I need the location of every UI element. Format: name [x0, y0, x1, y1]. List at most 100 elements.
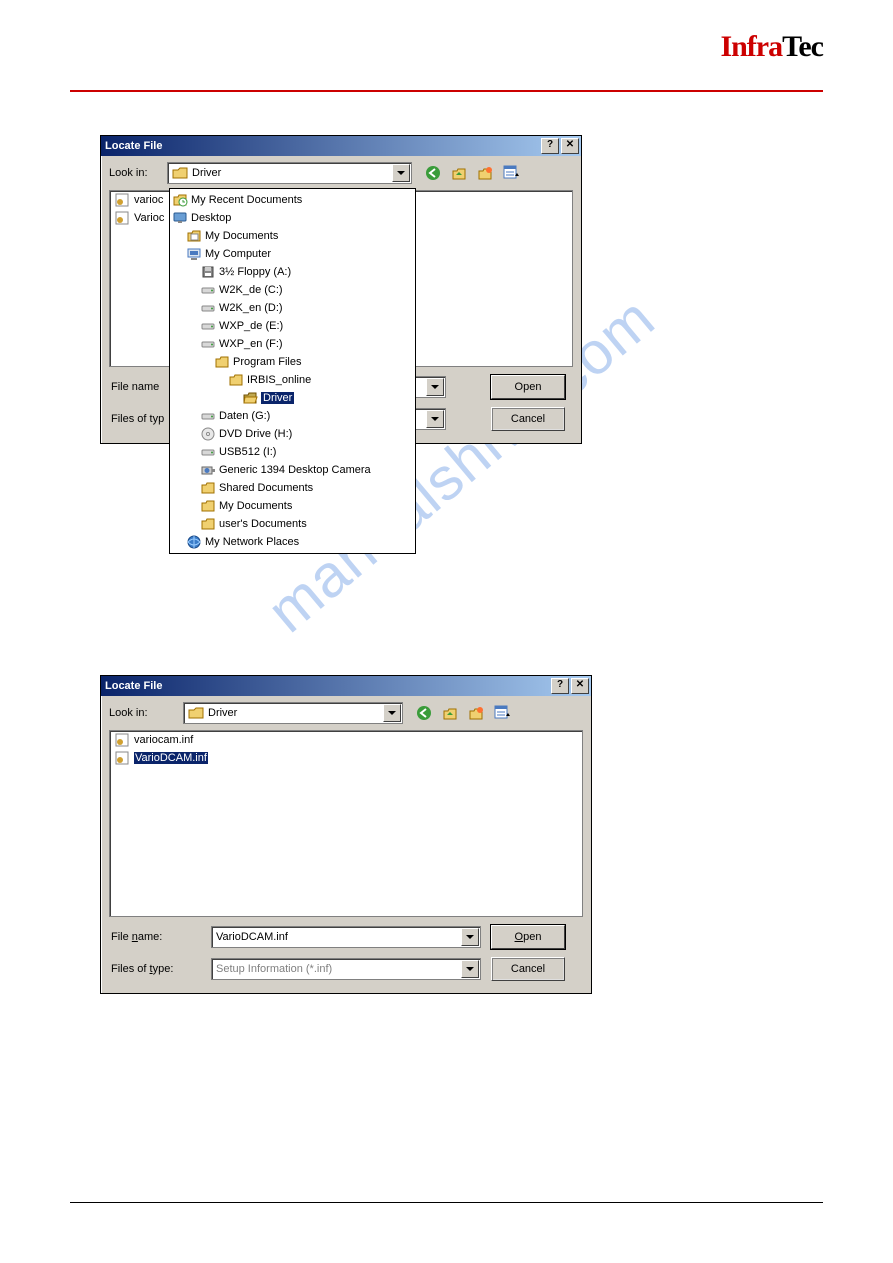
tree-item[interactable]: USB512 (I:): [170, 443, 415, 461]
close-button[interactable]: ✕: [561, 138, 579, 154]
look-in-combo[interactable]: Driver: [183, 702, 403, 724]
tree-item-label: My Computer: [205, 248, 271, 260]
tree-item-label: 3½ Floppy (A:): [219, 266, 291, 278]
locate-file-dialog-2: Locate File ? ✕ Look in: Driver: [100, 675, 592, 994]
tree-item[interactable]: Daten (G:): [170, 407, 415, 425]
help-button[interactable]: ?: [551, 678, 569, 694]
tree-item-label: WXP_de (E:): [219, 320, 283, 332]
help-button[interactable]: ?: [541, 138, 559, 154]
tree-item[interactable]: My Documents: [170, 227, 415, 245]
files-of-type-label: Files of type:: [111, 963, 201, 975]
tree-item[interactable]: DVD Drive (H:): [170, 425, 415, 443]
inf-file-icon: [114, 192, 130, 208]
folder-icon: [200, 516, 216, 532]
floppy-icon: [200, 264, 216, 280]
tree-item-label: W2K_de (C:): [219, 284, 283, 296]
dropdown-toggle-icon[interactable]: [461, 928, 479, 946]
tree-item-label: Shared Documents: [219, 482, 313, 494]
cancel-button[interactable]: Cancel: [491, 407, 565, 431]
tree-item-label: WXP_en (F:): [219, 338, 283, 350]
look-in-dropdown[interactable]: My Recent Documents Desktop My Documents My…: [169, 188, 416, 554]
network-icon: [186, 534, 202, 550]
tree-item[interactable]: Program Files: [170, 353, 415, 371]
desktop-icon: [172, 210, 188, 226]
dropdown-toggle-icon[interactable]: [383, 704, 401, 722]
tree-item-label: W2K_en (D:): [219, 302, 283, 314]
inf-file-icon: [114, 210, 130, 226]
file-name-input[interactable]: VarioDCAM.inf: [211, 926, 481, 948]
window-title: Locate File: [105, 680, 549, 692]
look-in-combo[interactable]: Driver: [167, 162, 412, 184]
tree-item[interactable]: W2K_de (C:): [170, 281, 415, 299]
tree-item[interactable]: WXP_en (F:): [170, 335, 415, 353]
file-item[interactable]: variocam.inf: [110, 731, 582, 749]
up-one-level-icon[interactable]: [441, 704, 459, 722]
tree-item[interactable]: IRBIS_online: [170, 371, 415, 389]
file-name-label: File name:: [111, 931, 201, 943]
tree-item[interactable]: My Recent Documents: [170, 191, 415, 209]
dropdown-toggle-icon[interactable]: [426, 410, 444, 428]
tree-item-label: My Recent Documents: [191, 194, 302, 206]
back-icon[interactable]: [415, 704, 433, 722]
tree-item[interactable]: Generic 1394 Desktop Camera: [170, 461, 415, 479]
titlebar[interactable]: Locate File ? ✕: [101, 676, 591, 696]
drive-icon: [200, 444, 216, 460]
back-icon[interactable]: [424, 164, 442, 182]
folder-icon: [228, 372, 244, 388]
tree-item[interactable]: 3½ Floppy (A:): [170, 263, 415, 281]
drive-icon: [200, 300, 216, 316]
tree-item[interactable]: My Network Places: [170, 533, 415, 551]
file-item[interactable]: VarioDCAM.inf: [110, 749, 582, 767]
tree-item-label: My Documents: [205, 230, 278, 242]
new-folder-icon[interactable]: [467, 704, 485, 722]
tree-item-label: Desktop: [191, 212, 231, 224]
recent-icon: [172, 192, 188, 208]
titlebar[interactable]: Locate File ? ✕: [101, 136, 581, 156]
dropdown-toggle-icon[interactable]: [461, 960, 479, 978]
file-list-pane[interactable]: variocam.infVarioDCAM.inf: [109, 730, 583, 917]
camera-icon: [200, 462, 216, 478]
up-one-level-icon[interactable]: [450, 164, 468, 182]
tree-item-label: user's Documents: [219, 518, 307, 530]
close-button[interactable]: ✕: [571, 678, 589, 694]
look-in-value: Driver: [192, 167, 221, 179]
cd-icon: [200, 426, 216, 442]
folder-icon: [214, 354, 230, 370]
folder-icon: [200, 498, 216, 514]
folder-open-icon: [242, 390, 258, 406]
tree-item[interactable]: user's Documents: [170, 515, 415, 533]
tree-item-label: Daten (G:): [219, 410, 270, 422]
tree-item[interactable]: My Computer: [170, 245, 415, 263]
folder-open-icon: [188, 706, 204, 720]
open-button[interactable]: Open: [491, 375, 565, 399]
drive-icon: [200, 336, 216, 352]
footer-rule: [70, 1202, 823, 1203]
dropdown-toggle-icon[interactable]: [426, 378, 444, 396]
tree-item[interactable]: W2K_en (D:): [170, 299, 415, 317]
locate-file-dialog-1: Locate File ? ✕ Look in: Driver: [100, 135, 582, 444]
inf-file-icon: [114, 750, 130, 766]
view-menu-icon[interactable]: [502, 164, 520, 182]
open-button[interactable]: Open: [491, 925, 565, 949]
tree-item-label: USB512 (I:): [219, 446, 276, 458]
files-of-type-combo[interactable]: Setup Information (*.inf): [211, 958, 481, 980]
cancel-button[interactable]: Cancel: [491, 957, 565, 981]
tree-item[interactable]: Shared Documents: [170, 479, 415, 497]
look-in-value: Driver: [208, 707, 237, 719]
tree-item[interactable]: Driver: [170, 389, 415, 407]
tree-item-label: IRBIS_online: [247, 374, 311, 386]
tree-item[interactable]: WXP_de (E:): [170, 317, 415, 335]
tree-item-label: Program Files: [233, 356, 301, 368]
computer-icon: [186, 246, 202, 262]
infratec-logo: InfraTec: [720, 30, 823, 64]
folder-open-icon: [172, 166, 188, 180]
tree-item[interactable]: My Documents: [170, 497, 415, 515]
drive-icon: [200, 408, 216, 424]
tree-item[interactable]: Desktop: [170, 209, 415, 227]
dropdown-toggle-icon[interactable]: [392, 164, 410, 182]
tree-item-label: DVD Drive (H:): [219, 428, 292, 440]
view-menu-icon[interactable]: [493, 704, 511, 722]
drive-icon: [200, 318, 216, 334]
new-folder-icon[interactable]: [476, 164, 494, 182]
look-in-label: Look in:: [109, 167, 161, 179]
